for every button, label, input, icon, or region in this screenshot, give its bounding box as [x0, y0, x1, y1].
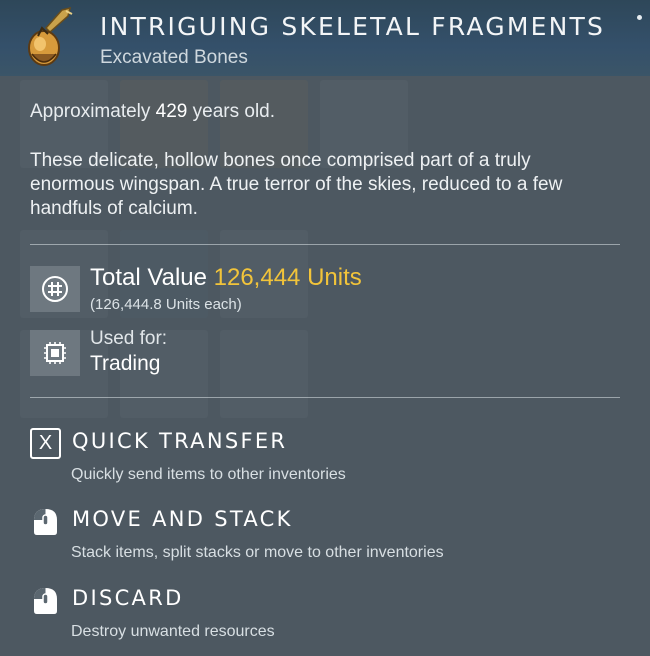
- action-label: DISCARD: [72, 586, 184, 610]
- age-years: 429: [155, 101, 188, 122]
- divider: [30, 397, 620, 398]
- used-for-label: Used for:: [90, 328, 168, 349]
- item-title: INTRIGUING SKELETAL FRAGMENTS: [100, 12, 606, 41]
- x-key-icon: X: [30, 428, 61, 459]
- mouse-left-click-icon: [30, 585, 61, 616]
- discard-action[interactable]: DISCARD Destroy unwanted resources: [30, 585, 630, 645]
- action-label: MOVE AND STACK: [72, 507, 293, 531]
- total-value-label: Total Value: [90, 264, 207, 291]
- action-description: Quickly send items to other inventories: [71, 466, 346, 483]
- quick-transfer-action[interactable]: X QUICK TRANSFER Quickly send items to o…: [30, 428, 630, 488]
- unit-value: (126,444.8 Units each): [90, 296, 242, 313]
- action-description: Stack items, split stacks or move to oth…: [71, 544, 444, 561]
- age-prefix: Approximately: [30, 101, 151, 122]
- move-and-stack-action[interactable]: MOVE AND STACK Stack items, split stacks…: [30, 506, 630, 566]
- item-age: Approximately 429 years old.: [30, 101, 275, 123]
- used-for-value: Trading: [90, 352, 161, 375]
- total-value: Total Value 126,444 Units: [90, 264, 362, 292]
- divider: [30, 244, 620, 245]
- item-description: These delicate, hollow bones once compri…: [30, 150, 563, 219]
- mouse-left-click-icon: [30, 506, 61, 537]
- currency-icon: [30, 266, 80, 312]
- trade-chip-icon: [30, 330, 80, 376]
- tooltip-header: INTRIGUING SKELETAL FRAGMENTS Excavated …: [0, 0, 650, 76]
- total-value-amount: 126,444 Units: [213, 264, 362, 291]
- corner-dot-icon: [637, 15, 642, 20]
- action-label: QUICK TRANSFER: [72, 429, 288, 453]
- action-description: Destroy unwanted resources: [71, 623, 275, 640]
- age-suffix: years old.: [192, 101, 276, 122]
- item-subtitle: Excavated Bones: [100, 47, 248, 68]
- skeletal-fragment-icon: [20, 6, 82, 74]
